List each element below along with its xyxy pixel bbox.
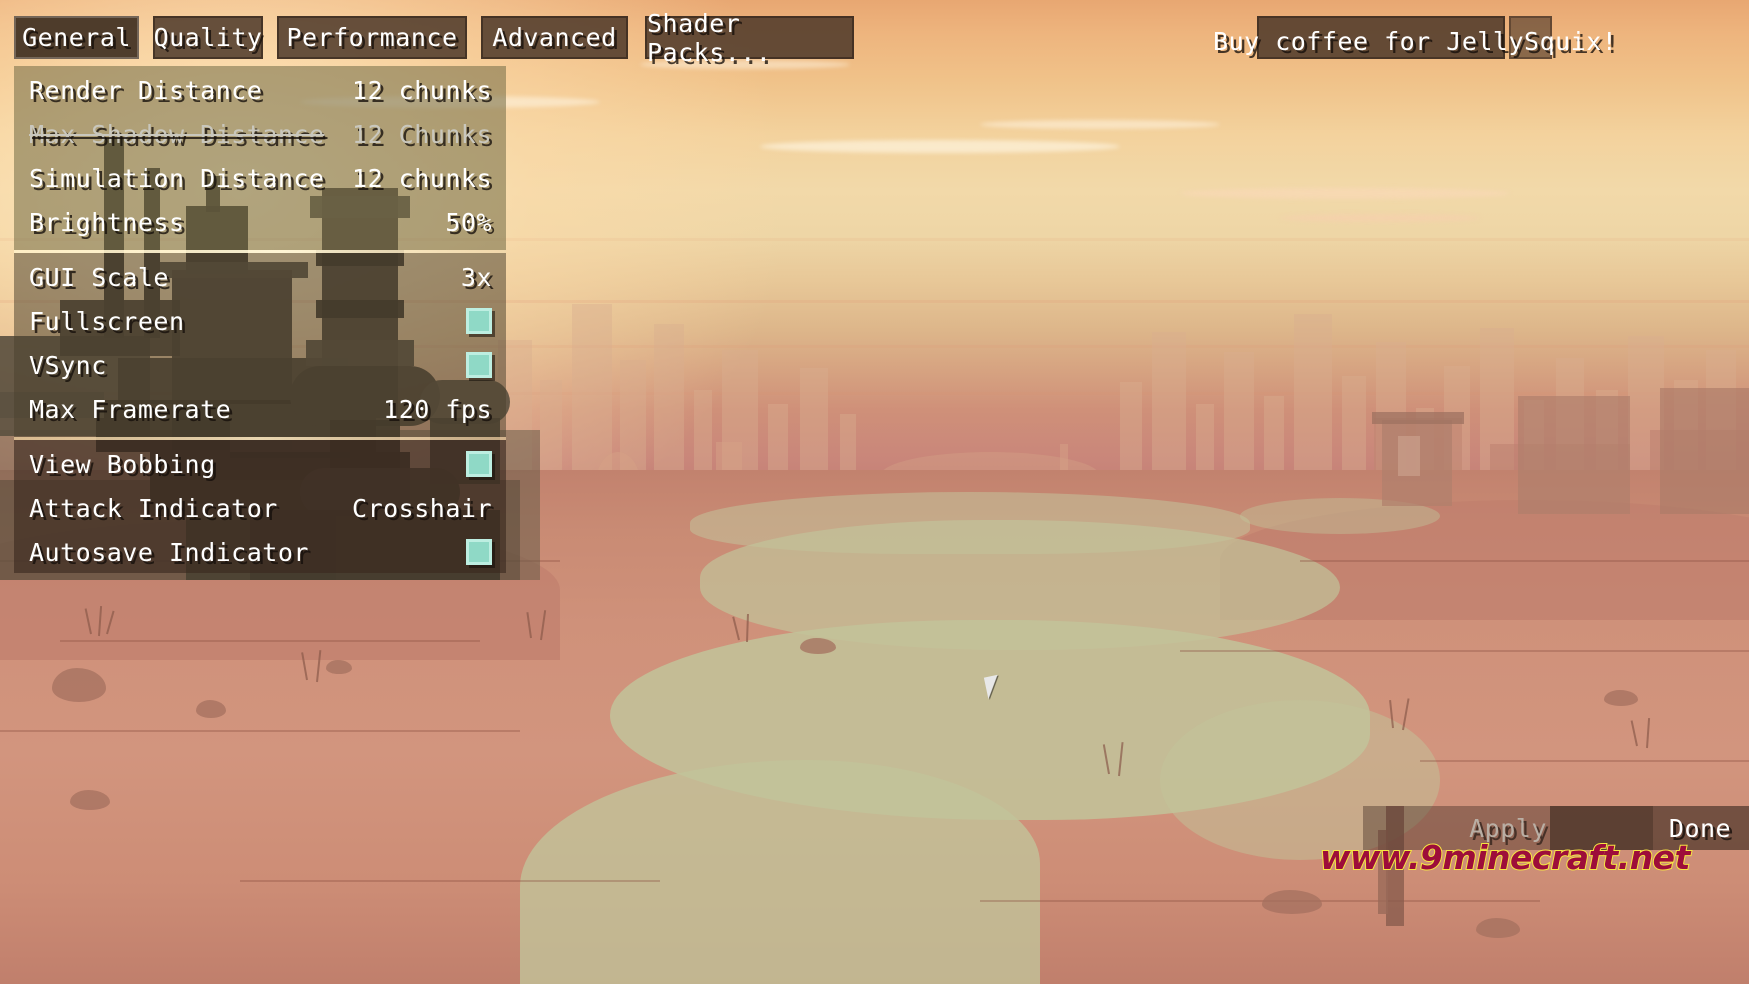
tab-quality-label: Quality: [153, 23, 263, 52]
option-label: Simulation Distance: [29, 163, 325, 193]
option-value: 3x: [460, 262, 492, 292]
tab-shader-packs[interactable]: Shader Packs...: [645, 9, 854, 67]
vsync-checkbox[interactable]: [466, 352, 492, 378]
option-value: 12 Chunks: [352, 119, 492, 149]
tab-performance[interactable]: Performance: [277, 16, 467, 59]
tab-quality[interactable]: Quality: [153, 16, 263, 59]
dirt-line: [60, 640, 480, 642]
rock: [326, 660, 352, 674]
cloud: [1180, 188, 1510, 199]
option-row-vsync[interactable]: VSync: [14, 343, 506, 387]
option-value: Crosshair: [352, 493, 492, 523]
option-label: Attack Indicator: [29, 493, 278, 523]
dirt-line: [240, 880, 660, 882]
option-label: Render Distance: [29, 75, 263, 105]
view-bobbing-checkbox[interactable]: [466, 451, 492, 477]
buy-coffee-label: Buy coffee for JellySquix!: [1213, 27, 1618, 56]
tab-general-label: General: [22, 23, 131, 52]
dirt-line: [0, 730, 520, 732]
option-label: VSync: [29, 350, 107, 380]
option-value: 50%: [445, 207, 492, 237]
autosave-indicator-checkbox[interactable]: [466, 539, 492, 565]
tab-advanced[interactable]: Advanced: [481, 16, 628, 59]
option-value: 120 fps: [383, 394, 492, 424]
buy-coffee-button[interactable]: Buy coffee for JellySquix!: [1213, 16, 1617, 59]
options-group-misc: View Bobbing Attack Indicator Crosshair …: [14, 440, 506, 573]
option-label: Brightness: [29, 207, 185, 237]
rock: [1262, 890, 1322, 914]
option-row-gui-scale[interactable]: GUI Scale 3x: [14, 255, 506, 299]
option-row-autosave-indicator[interactable]: Autosave Indicator: [14, 530, 506, 574]
option-row-render-distance[interactable]: Render Distance 12 chunks: [14, 68, 506, 112]
rock: [800, 638, 836, 654]
option-label: Fullscreen: [29, 306, 185, 336]
option-value: 12 chunks: [352, 75, 492, 105]
fullscreen-checkbox[interactable]: [466, 308, 492, 334]
cloud: [1280, 214, 1480, 222]
option-row-fullscreen[interactable]: Fullscreen: [14, 299, 506, 343]
tab-bar: General Quality Performance Advanced Sha…: [0, 0, 1749, 70]
cloud: [980, 120, 1220, 129]
options-group-display: GUI Scale 3x Fullscreen VSync Max Framer…: [14, 253, 506, 437]
dirt-line: [1420, 760, 1749, 762]
option-label: Max Shadow Distance: [29, 119, 325, 149]
options-panel: Render Distance 12 chunks Max Shadow Dis…: [14, 66, 506, 573]
option-label: View Bobbing: [29, 449, 216, 479]
rock: [1604, 690, 1638, 706]
dirt-line: [1180, 650, 1749, 652]
tab-general[interactable]: General: [14, 16, 139, 59]
rock: [1476, 918, 1520, 938]
tab-advanced-label: Advanced: [492, 23, 617, 52]
option-label: GUI Scale: [29, 262, 169, 292]
rock: [196, 700, 226, 718]
option-row-max-framerate[interactable]: Max Framerate 120 fps: [14, 387, 506, 431]
option-label: Max Framerate: [29, 394, 232, 424]
cloud: [760, 140, 1120, 153]
options-group-render: Render Distance 12 chunks Max Shadow Dis…: [14, 66, 506, 250]
tab-performance-label: Performance: [286, 23, 458, 52]
rock: [70, 790, 110, 810]
dirt-line: [1300, 560, 1749, 562]
tab-shader-packs-label: Shader Packs...: [647, 8, 772, 67]
site-watermark: www.9minecraft.net: [1319, 837, 1691, 878]
option-value: 12 chunks: [352, 163, 492, 193]
option-row-max-shadow-distance: Max Shadow Distance 12 Chunks: [14, 112, 506, 156]
option-row-view-bobbing[interactable]: View Bobbing: [14, 442, 506, 486]
option-row-brightness[interactable]: Brightness 50%: [14, 200, 506, 244]
option-row-attack-indicator[interactable]: Attack Indicator Crosshair: [14, 486, 506, 530]
option-row-simulation-distance[interactable]: Simulation Distance 12 chunks: [14, 156, 506, 200]
option-label: Autosave Indicator: [29, 537, 309, 567]
dirt-line: [980, 900, 1540, 902]
